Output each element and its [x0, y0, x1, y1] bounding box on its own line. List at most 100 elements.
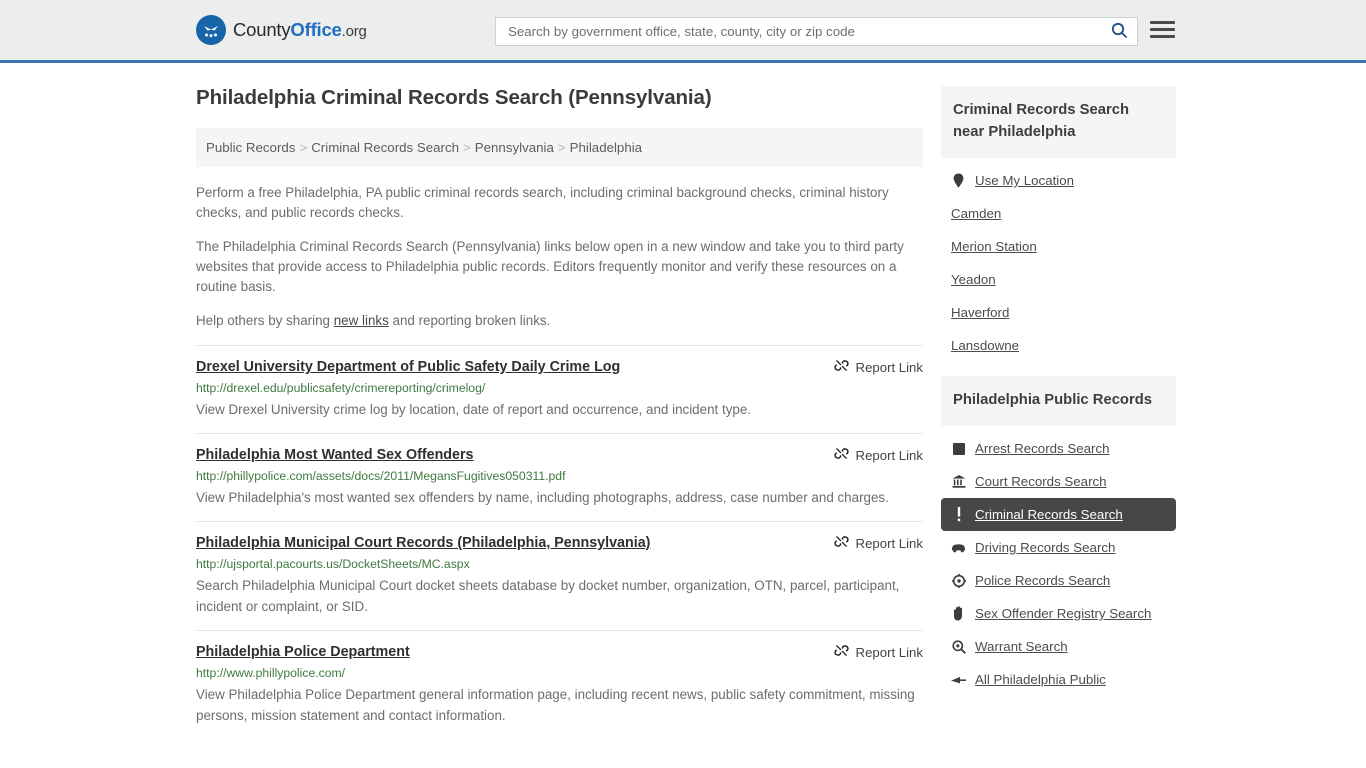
sidebar-item-label: Criminal Records Search	[975, 507, 1123, 522]
new-links-link[interactable]: new links	[334, 313, 389, 328]
breadcrumb: Public Records > Criminal Records Search > P…	[196, 128, 923, 167]
car-icon	[951, 540, 966, 555]
sidebar-item-label: Use My Location	[975, 173, 1075, 188]
sidebar-item-haverford[interactable]: Haverford	[941, 296, 1176, 329]
broken-link-icon	[833, 446, 849, 464]
result-url[interactable]: http://www.phillypolice.com/	[196, 666, 923, 680]
sidebar-item-yeadon[interactable]: Yeadon	[941, 263, 1176, 296]
courthouse-icon	[951, 474, 966, 489]
sidebar-item-lansdowne[interactable]: Lansdowne	[941, 329, 1176, 362]
sidebar-item-label: Haverford	[951, 305, 1010, 320]
logo-text-county: County	[233, 19, 291, 40]
page-body: Philadelphia Criminal Records Search (Pe…	[0, 63, 1366, 739]
logo-text-org: .org	[341, 23, 367, 40]
result-header: Philadelphia Most Wanted Sex Offenders R…	[196, 446, 923, 465]
sidebar-item-all-philadelphia-public[interactable]: All Philadelphia Public	[941, 663, 1176, 696]
intro-p3-before: Help others by sharing	[196, 313, 334, 328]
sidebar-item-police-records-search[interactable]: Police Records Search	[941, 564, 1176, 597]
page-title: Philadelphia Criminal Records Search (Pe…	[196, 86, 712, 109]
sidebar-item-label: Warrant Search	[975, 639, 1068, 654]
sidebar-item-merion-station[interactable]: Merion Station	[941, 230, 1176, 263]
sidebar-item-label: Arrest Records Search	[975, 441, 1110, 456]
breadcrumb-item-pennsylvania[interactable]: Pennsylvania	[475, 140, 554, 155]
sidebar-item-label: All Philadelphia Public	[975, 672, 1106, 687]
result-item: Philadelphia Municipal Court Records (Ph…	[196, 521, 923, 630]
intro-paragraph-1: Perform a free Philadelphia, PA public c…	[196, 185, 889, 220]
result-url[interactable]: http://drexel.edu/publicsafety/crimerepo…	[196, 381, 923, 395]
sidebar-item-label: Lansdowne	[951, 338, 1020, 353]
breadcrumb-separator: >	[463, 140, 471, 155]
sidebar-public-records-title: Philadelphia Public Records	[941, 376, 1176, 426]
breadcrumb-item-public-records[interactable]: Public Records	[206, 140, 295, 155]
logo-text-office: Office	[290, 19, 342, 40]
result-description: Search Philadelphia Municipal Court dock…	[196, 578, 900, 614]
sidebar-item-label: Police Records Search	[975, 573, 1111, 588]
result-title-link[interactable]: Philadelphia Municipal Court Records (Ph…	[196, 534, 650, 553]
sidebar-item-use-my-location[interactable]: Use My Location	[941, 164, 1176, 197]
sidebar-item-warrant-search[interactable]: Warrant Search	[941, 630, 1176, 663]
result-item: Drexel University Department of Public S…	[196, 345, 923, 433]
sidebar-item-criminal-records-search[interactable]: Criminal Records Search	[941, 498, 1176, 531]
result-item: Philadelphia Police Department Report Li…	[196, 630, 923, 739]
sidebar-item-label: Court Records Search	[975, 474, 1107, 489]
intro-paragraph-3: Help others by sharing new links and rep…	[196, 311, 923, 331]
target-icon	[951, 573, 966, 588]
map-pin-icon	[951, 173, 966, 188]
search-icon	[1111, 22, 1128, 42]
report-link-label: Report Link	[855, 644, 923, 660]
report-link-label: Report Link	[855, 535, 923, 551]
breadcrumb-item-philadelphia[interactable]: Philadelphia	[570, 140, 642, 155]
search-bar[interactable]	[495, 17, 1138, 46]
sidebar-item-camden[interactable]: Camden	[941, 197, 1176, 230]
arrow-right-icon	[951, 672, 966, 687]
sidebar-item-label: Sex Offender Registry Search	[975, 606, 1152, 621]
breadcrumb-separator: >	[299, 140, 308, 155]
intro-p3-after: and reporting broken links.	[388, 313, 551, 328]
result-title-link[interactable]: Drexel University Department of Public S…	[196, 358, 620, 377]
county-office-eagle-icon	[196, 15, 226, 45]
result-title-link[interactable]: Philadelphia Most Wanted Sex Offenders	[196, 446, 474, 465]
breadcrumb-item-criminal-records-search[interactable]: Criminal Records Search	[311, 140, 459, 155]
sidebar-item-label: Merion Station	[951, 239, 1037, 254]
exclamation-icon	[951, 507, 966, 522]
broken-link-icon	[833, 534, 849, 552]
result-url[interactable]: http://ujsportal.pacourts.us/DocketSheet…	[196, 557, 923, 571]
sidebar-item-label: Camden	[951, 206, 1002, 221]
logo-text: CountyOffice.org	[233, 19, 367, 41]
sidebar-item-driving-records-search[interactable]: Driving Records Search	[941, 531, 1176, 564]
result-title-link[interactable]: Philadelphia Police Department	[196, 643, 410, 662]
site-logo[interactable]: CountyOffice.org	[196, 15, 367, 45]
result-description: View Drexel University crime log by loca…	[196, 402, 751, 417]
main-content: Philadelphia Criminal Records Search (Pe…	[196, 86, 923, 739]
sidebar-item-label: Yeadon	[951, 272, 996, 287]
square-icon	[951, 441, 966, 456]
search-input[interactable]	[496, 18, 1101, 45]
result-url[interactable]: http://phillypolice.com/assets/docs/2011…	[196, 469, 923, 483]
sidebar-item-arrest-records-search[interactable]: Arrest Records Search	[941, 432, 1176, 465]
intro-text: Perform a free Philadelphia, PA public c…	[196, 183, 923, 331]
search-button[interactable]	[1101, 18, 1137, 45]
result-header: Philadelphia Police Department Report Li…	[196, 643, 923, 662]
report-link-button[interactable]: Report Link	[824, 446, 923, 464]
result-item: Philadelphia Most Wanted Sex Offenders R…	[196, 433, 923, 521]
hamburger-menu-icon[interactable]	[1150, 21, 1175, 38]
breadcrumb-separator: >	[557, 140, 566, 155]
sidebar-item-court-records-search[interactable]: Court Records Search	[941, 465, 1176, 498]
broken-link-icon	[833, 358, 849, 376]
sidebar-nearby-title: Criminal Records Search near Philadelphi…	[941, 86, 1176, 158]
sidebar-public-records-list: Arrest Records Search Court Records Sear…	[941, 432, 1176, 696]
sidebar: Criminal Records Search near Philadelphi…	[941, 86, 1176, 739]
broken-link-icon	[833, 643, 849, 661]
sidebar-item-sex-offender-registry-search[interactable]: Sex Offender Registry Search	[941, 597, 1176, 630]
report-link-button[interactable]: Report Link	[824, 643, 923, 661]
result-description: View Philadelphia's most wanted sex offe…	[196, 490, 889, 505]
magnifier-plus-icon	[951, 639, 966, 654]
hand-icon	[951, 606, 966, 621]
report-link-label: Report Link	[855, 447, 923, 463]
result-description: View Philadelphia Police Department gene…	[196, 687, 915, 723]
report-link-button[interactable]: Report Link	[824, 358, 923, 376]
site-header: CountyOffice.org	[0, 0, 1366, 63]
sidebar-item-label: Driving Records Search	[975, 540, 1116, 555]
result-header: Drexel University Department of Public S…	[196, 358, 923, 377]
report-link-button[interactable]: Report Link	[824, 534, 923, 552]
